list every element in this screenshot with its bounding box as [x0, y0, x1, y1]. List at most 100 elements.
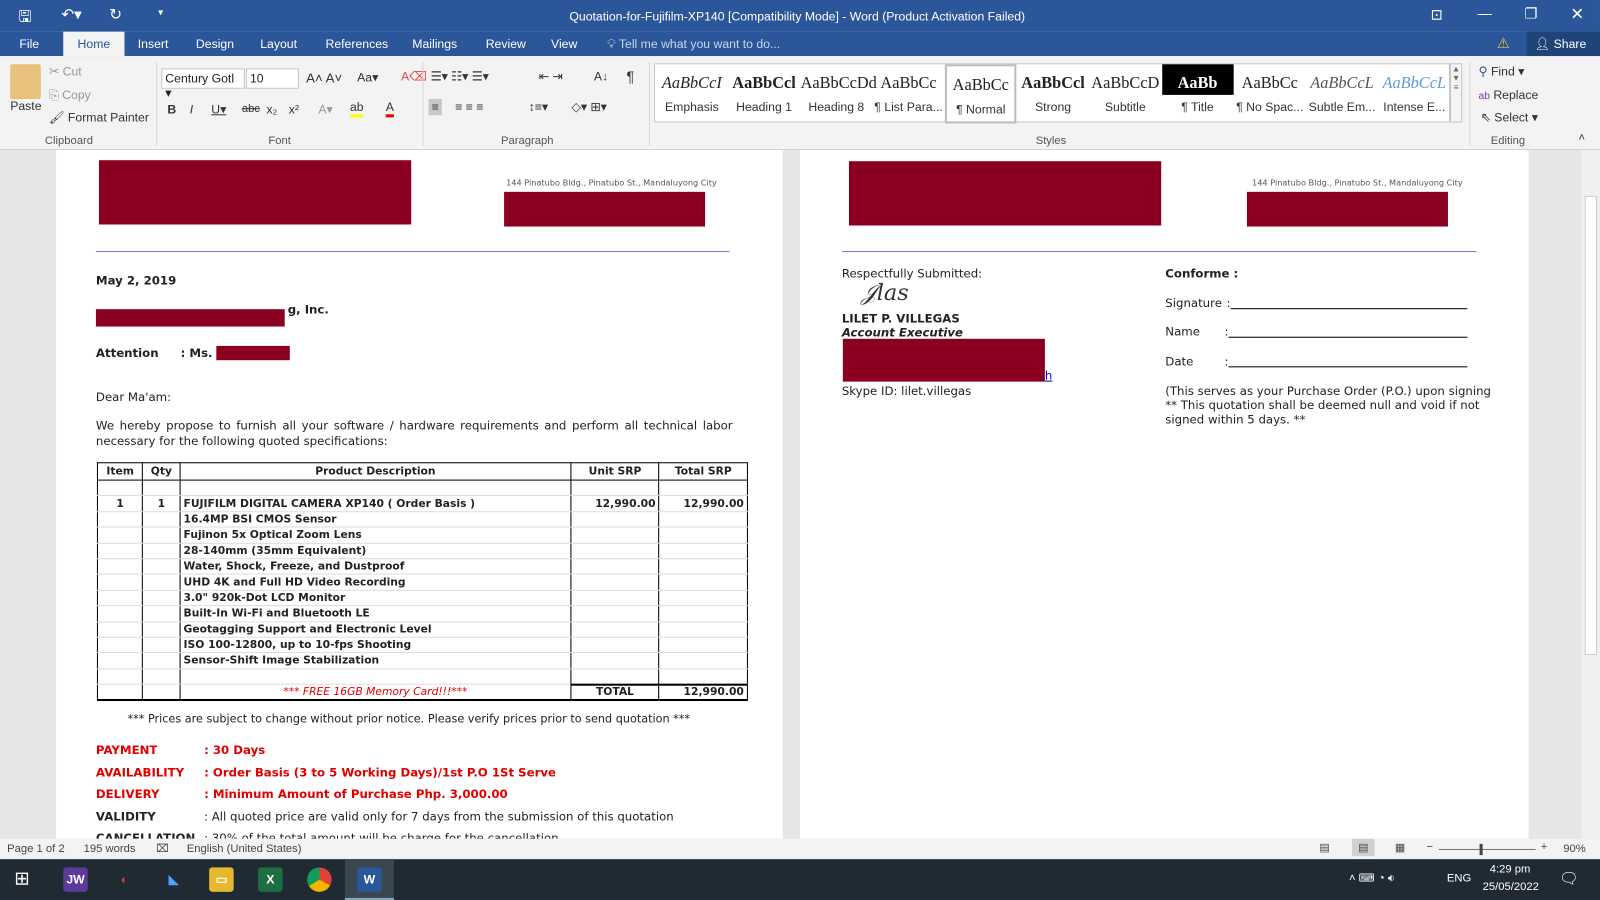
share-button[interactable]: 👤︎ Share — [1526, 31, 1600, 57]
tab-review[interactable]: Review — [486, 37, 526, 51]
proofing-icon[interactable]: ⌧ — [156, 842, 169, 855]
read-mode-icon[interactable]: ▤ — [1319, 841, 1330, 854]
zoom-out-button[interactable]: − — [1427, 841, 1434, 853]
redo-icon[interactable]: ↻ — [109, 5, 122, 23]
table-cell — [658, 527, 748, 544]
italic-button[interactable]: I — [190, 102, 193, 116]
app-icon[interactable]: ◣ — [161, 867, 185, 891]
font-size-select[interactable]: 10 — [245, 68, 299, 89]
page-2: 144 Pinatubo Bldg., Pinatubo St., Mandal… — [799, 149, 1529, 839]
bullets-button[interactable]: ☰▾ ☷▾ ☰▾ — [431, 69, 489, 83]
restore-button[interactable]: ❐ — [1524, 5, 1537, 22]
tab-layout[interactable]: Layout — [260, 37, 297, 51]
text-effects-button[interactable]: A▾ — [318, 102, 332, 116]
file-explorer-icon[interactable]: ▭ — [209, 867, 234, 892]
strikethrough-button[interactable]: abc — [242, 103, 260, 115]
replace-button[interactable]: ab Replace — [1479, 88, 1539, 102]
chrome-icon[interactable] — [307, 867, 332, 892]
style-strong[interactable]: AaBbCcl Strong — [1017, 64, 1088, 123]
jw-app-icon[interactable]: JW — [63, 867, 88, 892]
web-layout-icon[interactable]: ▦ — [1395, 841, 1406, 854]
sort-button[interactable]: A↓ — [594, 69, 608, 83]
indent-buttons[interactable]: ⇤ ⇥ — [539, 69, 563, 83]
tab-design[interactable]: Design — [196, 37, 234, 51]
style-title[interactable]: AaBb ¶ Title — [1161, 64, 1234, 123]
superscript-button[interactable]: x² — [289, 102, 299, 116]
font-name-select[interactable]: Century Gotl ▾ — [161, 68, 245, 100]
vertical-scrollbar[interactable] — [1581, 149, 1600, 839]
minimize-button[interactable]: — — [1478, 5, 1492, 21]
close-button[interactable]: ✕ — [1570, 4, 1584, 24]
tab-mailings[interactable]: Mailings — [412, 37, 457, 51]
clock-time[interactable]: 4:29 pm — [1490, 863, 1531, 875]
tab-references[interactable]: References — [326, 37, 389, 51]
tray-icons[interactable]: ˄ ⌨ ◔ 🔉︎ — [1349, 871, 1395, 885]
style-emphasis[interactable]: AaBbCcI Emphasis — [656, 64, 727, 123]
start-button[interactable]: ⊞ — [14, 868, 29, 889]
line-spacing-button[interactable]: ↕≡▾ — [529, 100, 548, 114]
grow-font-button[interactable]: A˄ A˅ — [306, 70, 342, 85]
subscript-button[interactable]: x₂ — [266, 102, 277, 116]
word-taskbar-button[interactable]: W — [344, 859, 394, 900]
warning-icon[interactable]: ⚠ — [1497, 35, 1510, 52]
align-buttons[interactable]: ≡ ≡ ≡ — [455, 100, 483, 114]
styles-scroll[interactable]: ▲ ▼ ≡ — [1449, 63, 1463, 123]
style-heading-1[interactable]: AaBbCcl Heading 1 — [728, 64, 799, 123]
style-subtitle[interactable]: AaBbCcD Subtitle — [1090, 64, 1161, 123]
underline-button[interactable]: U▾ — [211, 102, 226, 116]
zoom-in-button[interactable]: + — [1541, 841, 1548, 853]
zoom-slider-thumb[interactable] — [1479, 843, 1483, 856]
email-link[interactable]: h — [1045, 368, 1052, 382]
app-icon[interactable]: ◐ — [112, 867, 136, 891]
tab-view[interactable]: View — [551, 37, 577, 51]
style-normal[interactable]: AaBbCc ¶ Normal — [945, 64, 1017, 124]
redacted-logo — [98, 160, 412, 225]
zoom-slider[interactable] — [1438, 848, 1536, 850]
show-marks-button[interactable]: ¶ — [627, 68, 635, 84]
divider — [422, 62, 424, 146]
table-header-row: Item Qty Product Description Unit SRP Total … — [96, 462, 748, 481]
highlight-color-button[interactable]: ab — [349, 100, 364, 118]
customize-qat-icon[interactable]: ▾ — [158, 7, 163, 18]
collapse-ribbon-icon[interactable]: ˄ — [1579, 132, 1586, 144]
format-painter-button[interactable]: 🖌︎ Format Painter — [49, 110, 149, 124]
ribbon-display-icon[interactable]: ⊡ — [1431, 6, 1443, 23]
input-language[interactable]: ENG — [1447, 872, 1471, 884]
redacted-contact — [1246, 191, 1448, 227]
change-case-button[interactable]: Aa▾ — [357, 70, 378, 84]
save-icon[interactable]: 🖫 — [18, 6, 31, 32]
cut-button[interactable]: ✂ Cut — [49, 64, 82, 78]
style-list-para[interactable]: AaBbCc ¶ List Para... — [873, 64, 944, 123]
shading-button[interactable]: ◇▾ ⊞▾ — [571, 100, 606, 114]
excel-icon[interactable]: X — [258, 867, 283, 892]
tab-file[interactable]: File — [19, 37, 39, 51]
select-button[interactable]: ⇖ Select ▾ — [1481, 110, 1538, 124]
style-no-spac[interactable]: AaBbCc ¶ No Spac... — [1234, 64, 1305, 123]
zoom-level[interactable]: 90% — [1563, 843, 1585, 855]
undo-icon[interactable]: ↶▾ — [61, 5, 82, 23]
replace-label: Replace — [1493, 87, 1539, 103]
style-sample: AaBb — [1161, 64, 1234, 95]
page-count[interactable]: Page 1 of 2 — [7, 843, 64, 855]
print-layout-icon[interactable]: ▤ — [1352, 838, 1375, 857]
align-left-button[interactable]: ≡ — [428, 98, 442, 116]
font-color-button[interactable]: A — [385, 100, 394, 118]
paste-button[interactable]: Paste — [10, 99, 41, 113]
style-heading-8[interactable]: AaBbCcDd Heading 8 — [801, 64, 877, 123]
language[interactable]: English (United States) — [187, 843, 302, 855]
scroll-thumb[interactable] — [1584, 195, 1597, 656]
style-intense-e[interactable]: AaBbCcL Intense E... — [1379, 64, 1450, 123]
copy-button[interactable]: ⎘ Copy — [49, 88, 91, 103]
find-button[interactable]: ⚲ Find ▾ — [1479, 64, 1525, 78]
tell-me-input[interactable]: 💡︎ Tell me what you want to do... — [607, 37, 780, 52]
style-name: Subtle Em... — [1308, 99, 1376, 115]
style-subtle-em[interactable]: AaBbCcL Subtle Em... — [1306, 64, 1377, 123]
word-count[interactable]: 195 words — [84, 843, 136, 855]
paste-icon[interactable] — [10, 64, 41, 99]
table-cell: Built-In Wi-Fi and Bluetooth LE — [179, 605, 572, 622]
tab-insert[interactable]: Insert — [138, 37, 169, 51]
bold-button[interactable]: B — [167, 102, 176, 116]
tab-home[interactable]: Home — [63, 31, 125, 57]
clock-date[interactable]: 25/05/2022 — [1483, 881, 1539, 893]
notifications-icon[interactable]: 🗨︎ — [1559, 869, 1578, 887]
